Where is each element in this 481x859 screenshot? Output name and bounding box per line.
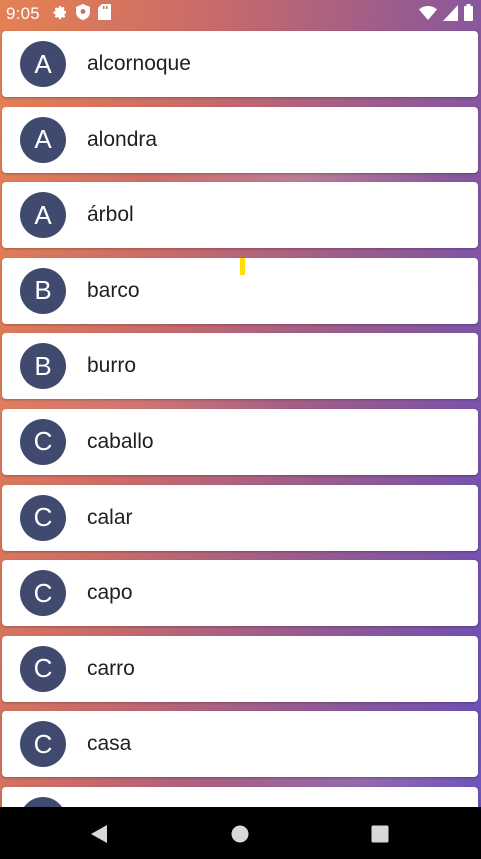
word-list: A alcornoque A alondra A árbol B barco B…	[2, 31, 478, 807]
navigation-bar	[0, 807, 481, 859]
list-item[interactable]: B burro	[2, 333, 478, 400]
wifi-icon	[419, 5, 437, 21]
list-item-partial[interactable]	[2, 786, 478, 807]
letter-avatar: A	[20, 192, 66, 239]
letter-avatar	[20, 796, 66, 807]
word-label: carro	[87, 656, 135, 680]
list-item[interactable]: C carro	[2, 635, 478, 702]
app-screen: 9:05 A alcornoque A alondra A árbol B ba…	[0, 0, 481, 807]
letter-avatar: A	[20, 41, 66, 87]
list-item[interactable]: C calar	[2, 484, 478, 551]
list-item[interactable]: C caballo	[2, 408, 478, 475]
list-item[interactable]: C casa	[2, 711, 478, 778]
word-label: burro	[87, 354, 137, 378]
word-label: casa	[87, 732, 132, 756]
word-label: calar	[87, 505, 133, 529]
home-icon[interactable]	[229, 823, 251, 845]
recents-icon[interactable]	[369, 823, 391, 845]
letter-avatar: A	[20, 116, 66, 163]
list-item[interactable]: C capo	[2, 560, 478, 627]
word-label: alcornoque	[87, 52, 191, 75]
sd-card-icon	[98, 4, 111, 20]
letter-avatar: C	[20, 570, 66, 617]
letter-avatar: B	[20, 267, 66, 314]
shield-icon	[76, 4, 90, 20]
letter-avatar: C	[20, 645, 66, 692]
gear-icon	[52, 4, 68, 20]
word-label: capo	[87, 581, 133, 605]
battery-icon	[464, 4, 473, 21]
signal-icon	[443, 4, 458, 21]
letter-avatar: C	[20, 721, 66, 768]
status-right-icons	[419, 4, 473, 21]
letter-avatar: B	[20, 343, 66, 390]
word-label: barco	[87, 278, 140, 302]
back-icon[interactable]	[88, 823, 110, 845]
word-label: árbol	[87, 203, 134, 227]
list-item[interactable]: A árbol	[2, 182, 478, 249]
list-item[interactable]: A alcornoque	[2, 31, 478, 97]
status-bar: 9:05	[0, 0, 481, 27]
letter-avatar: C	[20, 418, 66, 465]
status-left-icons	[52, 4, 111, 20]
letter-avatar: C	[20, 494, 66, 541]
word-label: caballo	[87, 429, 154, 453]
scroll-indicator	[240, 258, 245, 275]
list-item[interactable]: A alondra	[2, 106, 478, 173]
word-label: alondra	[87, 127, 158, 151]
status-time: 9:05	[6, 4, 40, 23]
